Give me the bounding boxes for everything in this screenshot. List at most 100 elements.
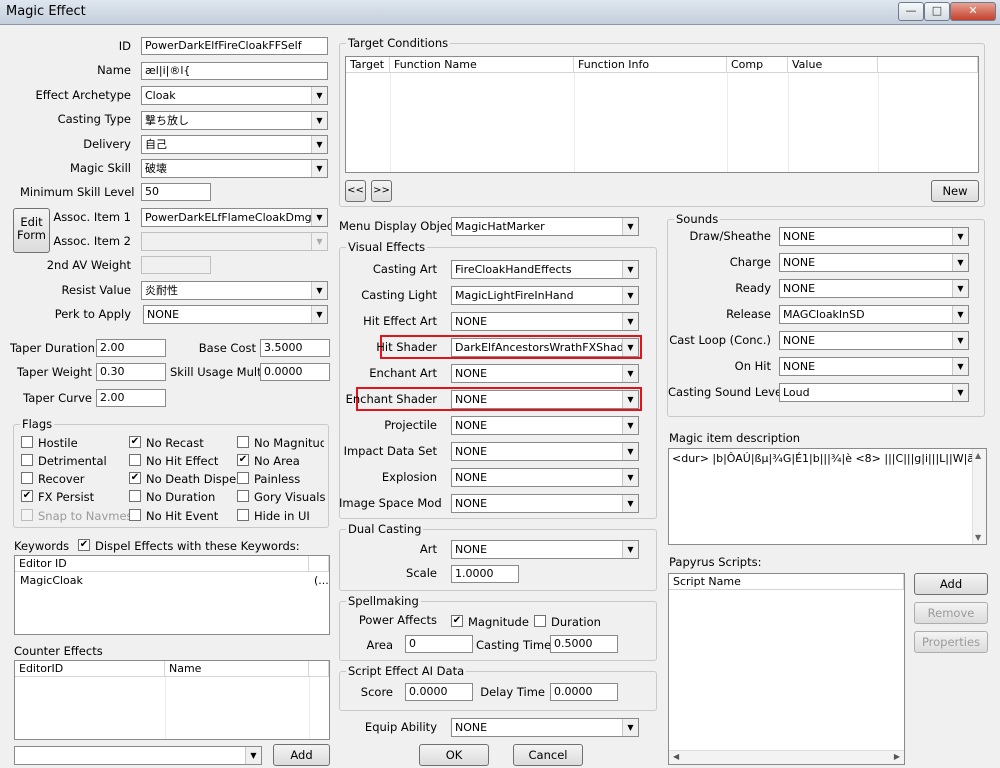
dropdown-arrow-icon[interactable]: ▼ [622,287,638,304]
magnitude-checkbox[interactable]: ✔ [451,615,463,627]
papyrus-hscrollbar[interactable]: ◀ ▶ [669,750,904,764]
skill-usage-input[interactable]: 0.0000 [260,363,330,381]
assoc-item-2-select[interactable]: ▼ [141,232,328,251]
casting-type-select[interactable]: 撃ち放し ▼ [141,111,328,130]
dropdown-arrow-icon[interactable]: ▼ [952,384,968,401]
counter-col-editor-id[interactable]: EditorID [15,661,165,677]
id-input[interactable]: PowerDarkElfFireCloakFFSelf [141,37,328,55]
counter-effect-select[interactable]: ▼ [14,746,262,765]
dropdown-arrow-icon[interactable]: ▼ [952,228,968,245]
delivery-select[interactable]: 自己 ▼ [141,135,328,154]
papyrus-scripts-list[interactable]: Script Name ◀ ▶ [668,573,905,765]
dropdown-arrow-icon[interactable]: ▼ [622,541,638,558]
magic-skill-select[interactable]: 破壊 ▼ [141,159,328,178]
keywords-col-extra[interactable] [309,556,329,572]
edit-form-button[interactable]: Edit Form [13,208,50,253]
taper-curve-input[interactable]: 2.00 [96,389,166,407]
ready-select[interactable]: NONE ▼ [779,279,969,298]
no-recast-checkbox[interactable]: ✔ [129,436,141,448]
dropdown-arrow-icon[interactable]: ▼ [622,365,638,382]
cancel-button[interactable]: Cancel [513,744,583,766]
keyword-row[interactable]: MagicCloak [20,574,83,587]
dropdown-arrow-icon[interactable]: ▼ [622,339,638,356]
hit-shader-select[interactable]: DarkElfAncestorsWrathFXShader ▼ [451,338,639,357]
gory-visuals-checkbox[interactable] [237,490,249,502]
scroll-left-icon[interactable]: ◀ [673,752,679,761]
dropdown-arrow-icon[interactable]: ▼ [622,261,638,278]
next-condition-button[interactable]: >> [371,180,392,202]
papyrus-add-button[interactable]: Add [914,573,988,595]
menu-display-select[interactable]: MagicHatMarker ▼ [451,217,639,236]
keywords-list[interactable]: Editor ID MagicCloak (... [14,555,330,635]
score-input[interactable]: 0.0000 [405,683,473,701]
impact-data-set-select[interactable]: NONE ▼ [451,442,639,461]
no-magnitude-checkbox[interactable] [237,436,249,448]
dropdown-arrow-icon[interactable]: ▼ [952,358,968,375]
counter-col-name[interactable]: Name [165,661,309,677]
fx-persist-checkbox[interactable]: ✔ [21,490,33,502]
dropdown-arrow-icon[interactable]: ▼ [622,719,638,736]
no-duration-checkbox[interactable] [129,490,141,502]
hit-effect-art-select[interactable]: NONE ▼ [451,312,639,331]
description-scrollbar[interactable]: ▲ ▼ [972,449,986,544]
scroll-down-icon[interactable]: ▼ [975,533,981,542]
counter-add-button[interactable]: Add [273,744,330,766]
dual-scale-input[interactable]: 1.0000 [451,565,519,583]
casting-time-input[interactable]: 0.5000 [550,635,618,653]
dropdown-arrow-icon[interactable]: ▼ [311,282,327,299]
casting-art-select[interactable]: FireCloakHandEffects ▼ [451,260,639,279]
dual-art-select[interactable]: NONE ▼ [451,540,639,559]
no-hit-event-checkbox[interactable] [129,509,141,521]
hostile-checkbox[interactable] [21,436,33,448]
perk-select[interactable]: NONE ▼ [143,305,328,324]
dropdown-arrow-icon[interactable]: ▼ [622,443,638,460]
counter-effects-list[interactable]: EditorID Name [14,660,330,740]
effect-archetype-select[interactable]: Cloak ▼ [141,86,328,105]
prev-condition-button[interactable]: << [345,180,366,202]
painless-checkbox[interactable] [237,472,249,484]
area-input[interactable]: 0 [405,635,473,653]
scroll-right-icon[interactable]: ▶ [894,752,900,761]
dropdown-arrow-icon[interactable]: ▼ [952,280,968,297]
papyrus-properties-button[interactable]: Properties [914,631,988,653]
dropdown-arrow-icon[interactable]: ▼ [622,495,638,512]
enchant-shader-select[interactable]: NONE ▼ [451,390,639,409]
casting-sound-level-select[interactable]: Loud ▼ [779,383,969,402]
on-hit-select[interactable]: NONE ▼ [779,357,969,376]
hide-in-ui-checkbox[interactable] [237,509,249,521]
2nd-av-weight-input[interactable] [141,256,211,274]
base-cost-input[interactable]: 3.5000 [260,339,330,357]
image-space-mod-select[interactable]: NONE ▼ [451,494,639,513]
recover-checkbox[interactable] [21,472,33,484]
ok-button[interactable]: OK [419,744,489,766]
taper-weight-input[interactable]: 0.30 [96,363,166,381]
counter-col-extra[interactable] [309,661,329,677]
detrimental-checkbox[interactable] [21,454,33,466]
dropdown-arrow-icon[interactable]: ▼ [311,136,327,153]
release-select[interactable]: MAGCloakInSD ▼ [779,305,969,324]
dropdown-arrow-icon[interactable]: ▼ [952,254,968,271]
no-death-dispel-checkbox[interactable]: ✔ [129,472,141,484]
dropdown-arrow-icon[interactable]: ▼ [622,417,638,434]
new-condition-button[interactable]: New [931,180,979,202]
dropdown-arrow-icon[interactable]: ▼ [311,112,327,129]
taper-duration-input[interactable]: 2.00 [96,339,166,357]
assoc-item-1-select[interactable]: PowerDarkELfFlameCloakDmg ▼ [141,208,328,227]
no-hit-effect-checkbox[interactable] [129,454,141,466]
dropdown-arrow-icon[interactable]: ▼ [952,306,968,323]
charge-select[interactable]: NONE ▼ [779,253,969,272]
col-function-info[interactable]: Function Info [574,57,727,73]
projectile-select[interactable]: NONE ▼ [451,416,639,435]
keywords-col-editor-id[interactable]: Editor ID [15,556,309,572]
equip-ability-select[interactable]: NONE ▼ [451,718,639,737]
dropdown-arrow-icon[interactable]: ▼ [622,469,638,486]
dispel-keywords-checkbox[interactable]: ✔ [78,539,90,551]
delay-time-input[interactable]: 0.0000 [550,683,618,701]
no-area-checkbox[interactable]: ✔ [237,454,249,466]
enchant-art-select[interactable]: NONE ▼ [451,364,639,383]
dropdown-arrow-icon[interactable]: ▼ [311,209,327,226]
dropdown-arrow-icon[interactable]: ▼ [311,160,327,177]
dropdown-arrow-icon[interactable]: ▼ [622,218,638,235]
close-button[interactable]: ✕ [950,2,996,21]
col-target[interactable]: Target [346,57,390,73]
